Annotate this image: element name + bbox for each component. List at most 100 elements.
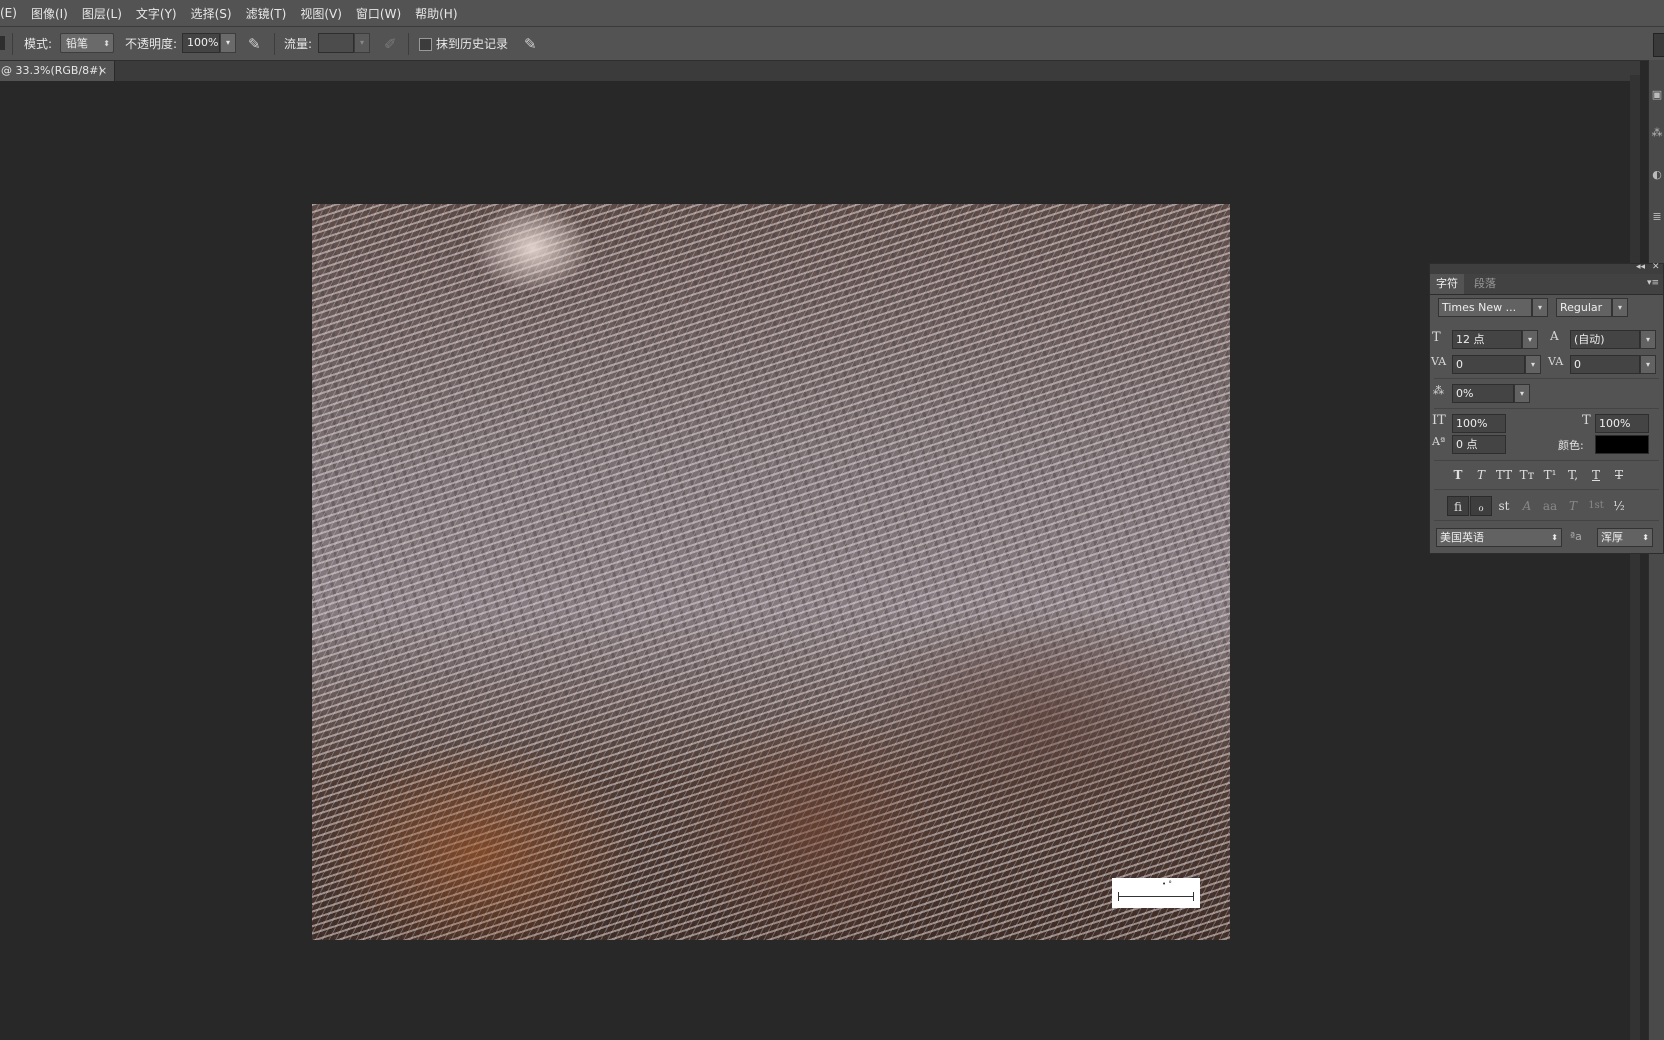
mode-label: 模式: — [24, 37, 53, 51]
scale-bar-tick-left — [1118, 892, 1119, 901]
leading-input[interactable]: (自动) — [1570, 330, 1640, 349]
opacity-label: 不透明度: — [125, 37, 178, 51]
flow-label: 流量: — [284, 37, 313, 51]
language-select[interactable]: 美国英语 ⬍ — [1436, 528, 1562, 547]
menu-image[interactable]: 图像(I) — [24, 5, 75, 22]
font-family-dropdown[interactable]: ▾ — [1532, 298, 1548, 317]
font-style-select[interactable]: Regular — [1556, 298, 1612, 317]
up-down-arrow-icon: ⬍ — [1642, 533, 1649, 542]
erase-to-history-checkbox[interactable] — [419, 38, 432, 51]
horizontal-scale-input[interactable]: 100% — [1595, 414, 1649, 433]
vertical-scrollbar[interactable] — [1630, 75, 1640, 1040]
baseline-shift-input[interactable]: 0 点 — [1452, 435, 1506, 454]
workspace-switcher-button[interactable] — [1653, 33, 1664, 57]
panel-icon-4[interactable]: ≣ — [1651, 210, 1663, 223]
canvas-image[interactable]: • ° — [312, 204, 1230, 940]
panel-icon-1[interactable]: ▣ — [1651, 88, 1663, 101]
tablet-pressure-size-icon[interactable]: ✎ — [524, 33, 537, 55]
subscript-button[interactable]: T, — [1562, 465, 1584, 485]
font-size-dropdown[interactable]: ▾ — [1522, 330, 1538, 349]
menu-view[interactable]: 视图(V) — [293, 5, 349, 22]
document-tab-bar: @ 33.3%(RGB/8#) × — [0, 61, 1640, 81]
scale-bar-label: • ° — [1162, 880, 1172, 888]
scale-bar-line — [1118, 896, 1194, 897]
up-down-arrow-icon: ⬍ — [1551, 533, 1558, 542]
mode-select[interactable]: 铅笔 ⬍ — [60, 33, 114, 53]
language-value: 美国英语 — [1440, 531, 1484, 544]
tool-options-bar: 模式: 铅笔 ⬍ 不透明度: 100% ▾ ✎ 流量: ▾ ✐ 抹到历史记录 ✎ — [0, 27, 1664, 61]
tsume-icon: ⁂ — [1433, 384, 1444, 397]
faux-italic-button[interactable]: T — [1470, 465, 1492, 485]
font-size-input[interactable]: 12 点 — [1452, 330, 1522, 349]
font-style-dropdown[interactable]: ▾ — [1612, 298, 1628, 317]
divider — [1434, 520, 1659, 521]
document-tab[interactable]: @ 33.3%(RGB/8#) × — [0, 61, 115, 81]
panel-icon-2[interactable]: ⁂ — [1651, 126, 1663, 139]
flow-input[interactable] — [318, 33, 354, 53]
opacity-input[interactable]: 100% — [182, 33, 220, 53]
antialias-icon: ªa — [1570, 530, 1582, 543]
tsume-dropdown[interactable]: ▾ — [1514, 384, 1530, 403]
kerning-input[interactable]: 0 — [1452, 355, 1525, 374]
panel-header: ◂◂ ✕ — [1430, 262, 1663, 274]
menu-select[interactable]: 选择(S) — [184, 5, 239, 22]
tracking-input[interactable]: 0 — [1570, 355, 1640, 374]
titling-alternates-button[interactable]: T — [1562, 496, 1584, 516]
panel-tabs: 字符 段落 ▾≡ — [1430, 274, 1663, 295]
flow-dropdown[interactable]: ▾ — [354, 33, 370, 53]
separator — [12, 33, 13, 55]
close-panel-icon[interactable]: ✕ — [1652, 262, 1660, 272]
menu-layer[interactable]: 图层(L) — [75, 5, 129, 22]
scale-bar: • ° — [1112, 878, 1200, 908]
divider — [1434, 489, 1659, 490]
mode-value: 铅笔 — [66, 37, 88, 50]
menu-bar: (E) 图像(I) 图层(L) 文字(Y) 选择(S) 滤镜(T) 视图(V) … — [0, 0, 1664, 27]
menu-edit[interactable]: (E) — [0, 6, 24, 20]
tab-character[interactable]: 字符 — [1430, 274, 1464, 294]
faux-bold-button[interactable]: T — [1447, 465, 1469, 485]
close-icon[interactable]: × — [98, 61, 107, 81]
vertical-scale-input[interactable]: 100% — [1452, 414, 1506, 433]
opacity-dropdown[interactable]: ▾ — [220, 33, 236, 53]
fractions-button[interactable]: ½ — [1608, 496, 1630, 516]
menu-window[interactable]: 窗口(W) — [349, 5, 408, 22]
collapse-icon[interactable]: ◂◂ — [1636, 262, 1645, 272]
underline-button[interactable]: T — [1585, 465, 1607, 485]
contextual-alternates-button[interactable]: ℴ — [1470, 496, 1492, 516]
font-family-select[interactable]: Times New ... — [1438, 298, 1532, 317]
airbrush-icon[interactable]: ✐ — [384, 33, 397, 55]
horizontal-scale-icon: T — [1582, 413, 1591, 428]
up-down-arrow-icon: ⬍ — [103, 39, 110, 48]
leading-icon: A — [1550, 329, 1559, 343]
menu-type[interactable]: 文字(Y) — [129, 5, 184, 22]
discretionary-ligatures-button[interactable]: st — [1493, 496, 1515, 516]
panel-menu-icon[interactable]: ▾≡ — [1647, 278, 1659, 288]
tablet-pressure-opacity-icon[interactable]: ✎ — [248, 33, 261, 55]
kerning-dropdown[interactable]: ▾ — [1525, 355, 1541, 374]
strikethrough-button[interactable]: T — [1608, 465, 1630, 485]
ordinals-button[interactable]: 1st — [1585, 496, 1607, 516]
scale-bar-tick-right — [1193, 892, 1194, 901]
all-caps-button[interactable]: TT — [1493, 465, 1515, 485]
tsume-input[interactable]: 0% — [1452, 384, 1514, 403]
tracking-dropdown[interactable]: ▾ — [1640, 355, 1656, 374]
tracking-icon: VA — [1548, 355, 1564, 368]
superscript-button[interactable]: T¹ — [1539, 465, 1561, 485]
separator — [274, 33, 275, 55]
small-caps-button[interactable]: Tт — [1516, 465, 1538, 485]
kerning-icon: VA — [1431, 355, 1447, 368]
swash-button[interactable]: A — [1516, 496, 1538, 516]
document-tab-title: @ 33.3%(RGB/8#) — [1, 64, 103, 77]
stylistic-alternates-button[interactable]: aa — [1539, 496, 1561, 516]
tab-paragraph[interactable]: 段落 — [1468, 274, 1502, 294]
separator — [408, 33, 409, 55]
menu-filter[interactable]: 滤镜(T) — [239, 5, 294, 22]
ligatures-button[interactable]: ﬁ — [1447, 496, 1469, 516]
leading-dropdown[interactable]: ▾ — [1640, 330, 1656, 349]
text-color-swatch[interactable] — [1595, 435, 1649, 454]
tool-preset-edge[interactable] — [0, 36, 5, 50]
menu-help[interactable]: 帮助(H) — [408, 5, 464, 22]
panel-icon-3[interactable]: ◐ — [1651, 168, 1663, 181]
antialias-value: 浑厚 — [1601, 531, 1623, 544]
antialias-select[interactable]: 浑厚 ⬍ — [1597, 528, 1653, 547]
